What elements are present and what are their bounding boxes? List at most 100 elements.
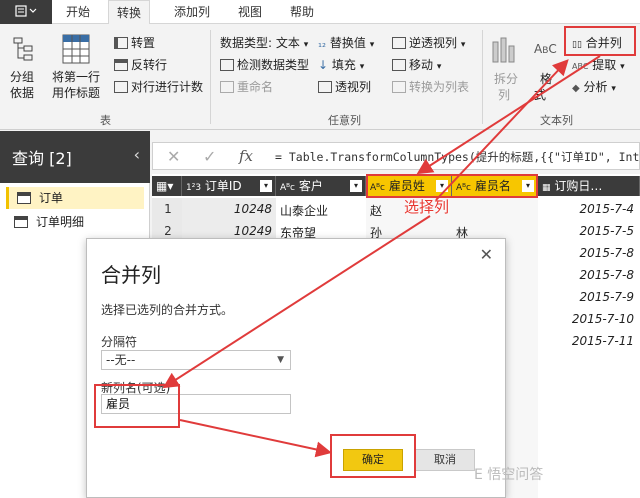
count-rows-icon [114,81,128,93]
pivot-column-button[interactable]: 透视列 [318,78,371,95]
move-label: 移动 [409,58,434,72]
cell-order-date[interactable]: 2015-7-10 [538,312,634,326]
convert-to-list-label: 转换为列表 [409,80,470,94]
transpose-label: 转置 [131,36,156,50]
reverse-rows-button[interactable]: 反转行 [114,56,167,73]
tab-view[interactable]: 视图 [230,0,270,24]
collapse-pane-icon[interactable]: ‹ [134,145,140,164]
separator-select[interactable]: --无-- ▼ [101,350,291,370]
list-icon [392,81,406,93]
extract-button[interactable]: ABC 提取 ▾ [572,56,625,73]
extract-label: 提取 [592,58,617,72]
separator-value: --无-- [106,353,136,367]
fill-down-icon: ↓ [318,58,329,72]
format-icon: ABC [534,42,557,56]
table-icon [17,192,31,204]
parse-button[interactable]: ◆ 分析 ▾ [572,78,616,95]
column-header-order-date[interactable]: ▦ 订购日… [538,176,640,196]
fill-label: 填充 [331,58,356,72]
tab-help[interactable]: 帮助 [282,0,322,24]
unpivot-icon [392,37,406,49]
table-icon [14,216,28,228]
rename-button[interactable]: 重命名 [220,78,273,95]
split-label-2: 列 [498,88,511,102]
rename-label: 重命名 [237,80,274,94]
cell-order-date[interactable]: 2015-7-4 [538,202,634,216]
chevron-down-icon: ▼ [277,355,284,365]
column-header-label: 订购日… [554,179,603,193]
tab-home[interactable]: 开始 [58,0,98,24]
cancel-button[interactable]: 取消 [415,449,475,471]
detect-type-button[interactable]: 检测数据类型 [220,56,309,73]
chevron-down-icon: ▾ [611,84,616,94]
column-header-label: 客户 [298,179,323,193]
use-first-row-label-1: 将第一行 [52,70,101,84]
ok-button-highlight-box [330,434,416,478]
close-icon[interactable]: ✕ [480,245,493,264]
new-name-highlight-box [94,384,180,428]
ribbon-tab-bar: 开始 转换 添加列 视图 帮助 [0,0,640,25]
move-button[interactable]: 移动 ▾ [392,56,441,73]
dialog-description: 选择已选列的合并方式。 [101,303,234,317]
use-first-row-label-2: 用作标题 [52,86,101,100]
cancel-formula-icon[interactable]: ✕ [167,147,180,166]
cell-order-date[interactable]: 2015-7-11 [538,334,634,348]
text-column-group-label: 文本列 [540,114,573,127]
text-type-icon: Aᴮc [280,183,295,193]
cell-order-id[interactable]: 10249 [182,224,272,238]
queries-header: 查询 [2] ‹ [0,131,150,183]
fx-icon[interactable]: fx [239,147,253,165]
chevron-down-icon: ▾ [620,62,625,72]
select-columns-annotation: 选择列 [404,198,450,216]
cell-customer[interactable]: 山泰企业 [280,202,328,219]
count-rows-button[interactable]: 对行进行计数 [114,78,203,95]
formula-text[interactable]: = Table.TransformColumnTypes(提升的标题,{{"订单… [275,149,640,165]
cell-order-date[interactable]: 2015-7-5 [538,224,634,238]
cell-order-date[interactable]: 2015-7-8 [538,268,634,282]
confirm-formula-icon[interactable]: ✓ [203,147,216,166]
group-by-icon [13,37,33,61]
formula-bar: ✕ ✓ fx = Table.TransformColumnTypes(提升的标… [152,142,640,170]
any-column-group-label: 任意列 [328,114,361,127]
filter-dropdown-icon[interactable]: ▾ [350,180,362,192]
query-item-label: 订单明细 [36,215,85,229]
data-type-dropdown[interactable]: 数据类型: 文本 ▾ [220,34,308,51]
file-menu-button[interactable] [0,0,52,24]
move-icon [392,59,406,71]
rename-icon [220,81,234,93]
chevron-down-icon: ▾ [359,62,365,72]
separator-label: 分隔符 [101,335,138,349]
tab-add-column[interactable]: 添加列 [166,0,218,24]
column-header-label: 订单ID [204,179,242,193]
replace-values-button[interactable]: ₁₂ 替换值 ▾ [318,34,374,51]
ribbon-separator [210,30,211,124]
merge-columns-dialog: 合并列 ✕ 选择已选列的合并方式。 分隔符 --无-- ▼ 新列名(可选) 雇员… [86,238,506,498]
column-header-customer[interactable]: Aᴮc 客户 ▾ [276,176,366,196]
cell-order-id[interactable]: 10248 [182,202,272,216]
table-menu-icon[interactable]: ▦▾ [152,176,182,196]
unpivot-label: 逆透视列 [409,36,458,50]
detect-type-label: 检测数据类型 [237,58,310,72]
unpivot-button[interactable]: 逆透视列 ▾ [392,34,465,51]
parse-icon: ◆ [572,83,580,94]
query-item-order-details[interactable]: 订单明细 [6,211,144,233]
convert-to-list-button[interactable]: 转换为列表 [392,78,469,95]
query-item-orders[interactable]: 订单 [6,187,144,209]
group-by-label-1: 分组 [10,70,35,84]
fill-button[interactable]: ↓ 填充 ▾ [318,56,364,73]
cell-order-date[interactable]: 2015-7-8 [538,246,634,260]
split-column-icon [492,37,515,63]
split-label-1: 拆分 [494,72,519,86]
watermark: E 悟空问答 [474,467,544,483]
cell-order-date[interactable]: 2015-7-9 [538,290,634,304]
filter-dropdown-icon[interactable]: ▾ [260,180,272,192]
table-group-label: 表 [100,114,111,127]
column-header-order-id[interactable]: 1²3 订单ID ▾ [182,176,276,196]
row-number: 1 [164,202,172,216]
replace-values-label: 替换值 [329,36,366,50]
table-header-icon [62,34,90,64]
ribbon: 分组 依据 将第一行 用作标题 转置 反转行 对行进行计数 表 数据类型: 文本… [0,24,640,130]
transpose-button[interactable]: 转置 [114,34,155,51]
cell-employee-lastname[interactable]: 赵 [370,202,382,219]
tab-transform[interactable]: 转换 [108,0,151,25]
